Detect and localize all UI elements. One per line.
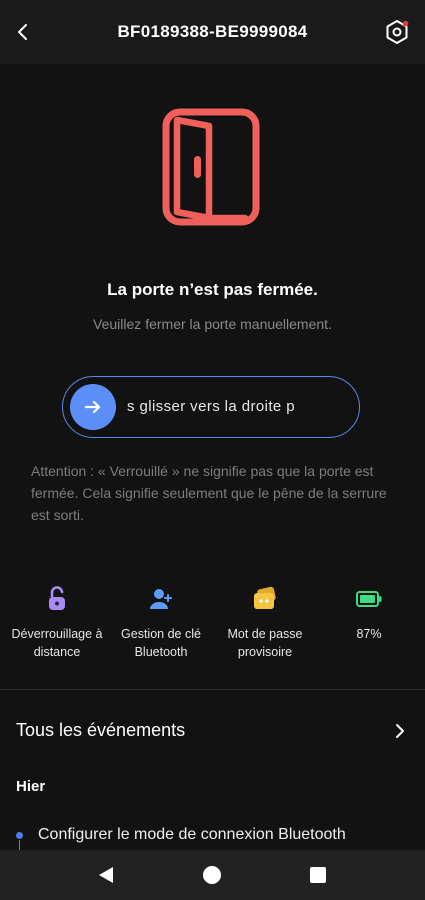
slider-label: s glisser vers la droite p <box>127 398 295 415</box>
battery-icon <box>356 591 382 607</box>
feature-label: Gestion de clé <box>121 627 201 641</box>
battery-status: 87% <box>316 585 422 643</box>
chevron-right-icon[interactable] <box>391 722 409 740</box>
door-status-subtitle: Veuillez fermer la porte manuellement. <box>93 316 332 332</box>
feature-label: distance <box>33 645 81 659</box>
header: BF0189388-BE9999084 <box>0 0 425 64</box>
settings-icon[interactable] <box>383 18 411 46</box>
door-status-title: La porte n’est pas fermée. <box>107 280 318 299</box>
event-item[interactable]: Configurer le mode de connexion Bluetoot… <box>0 826 425 854</box>
attention-note: Attention : « Verrouillé » ne signifie p… <box>31 463 387 523</box>
system-navigation-bar <box>0 850 425 900</box>
back-icon[interactable] <box>10 18 38 46</box>
feature-label: provisoire <box>237 645 293 659</box>
divider <box>0 689 425 690</box>
feature-row: Déverrouillage à distance Gestion de clé… <box>0 585 425 675</box>
unlock-icon <box>49 586 65 610</box>
password-card-icon <box>254 586 276 609</box>
slider-knob[interactable] <box>70 384 116 430</box>
nav-recents-icon[interactable] <box>307 864 329 886</box>
nav-back-icon[interactable] <box>95 864 117 886</box>
feature-label: Mot de passe <box>227 627 303 641</box>
door-open-icon <box>162 108 260 226</box>
nav-home-icon[interactable] <box>201 864 223 886</box>
bluetooth-key-management-button[interactable]: Gestion de clé Bluetooth <box>108 585 214 661</box>
timeline-dot <box>16 832 23 839</box>
slide-to-lock[interactable]: s glisser vers la droite p <box>62 376 360 438</box>
event-text: Configurer le mode de connexion Bluetoot… <box>38 826 346 843</box>
page-title: BF0189388-BE9999084 <box>117 22 308 41</box>
day-label: Hier <box>16 778 46 795</box>
remote-unlock-button[interactable]: Déverrouillage à distance <box>4 585 110 661</box>
user-add-icon <box>150 589 172 609</box>
feature-label: Déverrouillage à <box>11 627 103 641</box>
arrow-right-icon <box>84 400 101 414</box>
feature-label: Bluetooth <box>134 645 188 659</box>
battery-percentage: 87% <box>356 627 382 641</box>
all-events-title[interactable]: Tous les événements <box>16 720 185 741</box>
temporary-password-button[interactable]: Mot de passe provisoire <box>212 585 318 661</box>
